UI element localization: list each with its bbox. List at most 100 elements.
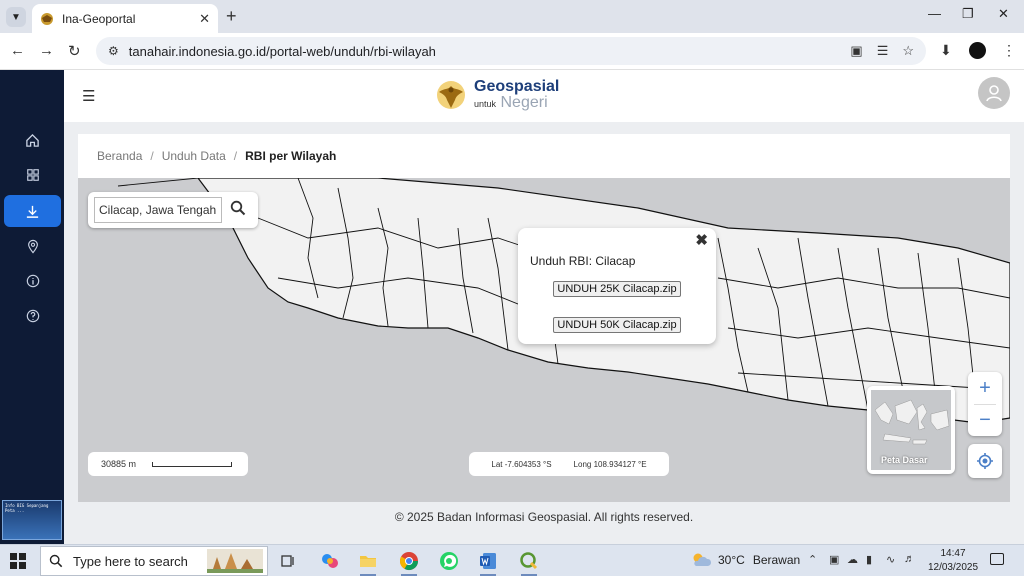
garuda-favicon-icon: [41, 12, 53, 25]
download-icon: [26, 205, 39, 218]
qgis-app[interactable]: [515, 548, 543, 576]
minimize-button[interactable]: —: [928, 6, 941, 21]
browser-menu-icon[interactable]: ⋮: [1002, 42, 1016, 59]
system-clock[interactable]: 14:47 12/03/2025: [924, 547, 982, 575]
taskbar-search-box[interactable]: Type here to search: [40, 546, 268, 576]
battery-icon[interactable]: ▮: [866, 553, 872, 566]
translate-icon[interactable]: ☰: [877, 43, 889, 59]
sidebar-item-location[interactable]: [4, 230, 61, 262]
wifi-icon[interactable]: ∿: [886, 553, 895, 566]
scale-text: 30885 m: [101, 459, 137, 469]
search-icon[interactable]: [230, 200, 246, 221]
menu-toggle-icon[interactable]: ☰: [82, 87, 95, 105]
tray-overflow-icon[interactable]: ⌃: [808, 553, 817, 566]
task-view-icon: [281, 555, 294, 567]
sidebar: Info BIG Sepanjang Peta ...: [0, 70, 64, 544]
weather-widget[interactable]: 30°C Berawan: [690, 552, 800, 568]
breadcrumb-separator: /: [150, 149, 154, 163]
windows-start-icon[interactable]: [10, 553, 26, 569]
breadcrumb-current: RBI per Wilayah: [245, 149, 337, 163]
clock-date: 12/03/2025: [927, 562, 979, 573]
user-avatar[interactable]: [978, 77, 1010, 109]
volume-icon[interactable]: ♬: [904, 553, 915, 565]
download-popup: ✖ Unduh RBI: Cilacap UNDUH 25K Cilacap.z…: [518, 228, 716, 344]
location-pin-icon: [27, 239, 38, 254]
copilot-app[interactable]: [316, 548, 344, 574]
whatsapp-app[interactable]: [435, 548, 463, 574]
back-button[interactable]: ←: [10, 42, 25, 59]
chrome-icon: [400, 552, 418, 571]
chrome-app[interactable]: [395, 548, 423, 576]
tab-list-button[interactable]: ▼: [6, 7, 26, 27]
notifications-icon[interactable]: [990, 553, 1004, 565]
whatsapp-icon: [440, 552, 458, 570]
sidebar-promo-thumbnail[interactable]: Info BIG Sepanjang Peta ...: [2, 500, 62, 540]
popup-close-icon[interactable]: ✖: [695, 231, 708, 249]
tray-security-icon[interactable]: ☁: [847, 553, 858, 566]
downloads-icon[interactable]: ⬇: [940, 42, 952, 59]
task-view-button[interactable]: [274, 548, 302, 574]
scale-bar: 30885 m: [88, 452, 248, 476]
clock-time: 14:47: [940, 548, 966, 559]
tab-title: Ina-Geoportal: [62, 11, 136, 26]
zoom-control: + −: [968, 372, 1002, 436]
breadcrumb: Beranda / Unduh Data / RBI per Wilayah: [78, 134, 1010, 178]
reload-button[interactable]: ↻: [68, 42, 81, 60]
copilot-icon: [322, 554, 338, 568]
main-content: ☰ Geospasial untuk Negeri Beranda / Undu…: [64, 70, 1024, 544]
scale-line: [152, 461, 233, 467]
tab-close-icon[interactable]: ✕: [199, 11, 210, 27]
forward-button[interactable]: →: [39, 42, 54, 59]
location-search-input[interactable]: [94, 197, 222, 223]
longitude-text: Long 108.934127 °E: [573, 459, 647, 469]
download-25k-button[interactable]: UNDUH 25K Cilacap.zip: [553, 281, 681, 297]
taskbar-search-icon: [49, 554, 63, 568]
close-window-button[interactable]: ✕: [998, 6, 1009, 22]
file-explorer-app[interactable]: [354, 548, 382, 576]
profile-avatar[interactable]: [969, 42, 986, 59]
my-location-button[interactable]: [968, 444, 1002, 478]
promo-thumb-text: Info BIG Sepanjang Peta ...: [5, 503, 49, 513]
sidebar-item-help[interactable]: [4, 300, 61, 332]
zoom-in-button[interactable]: +: [968, 372, 1002, 404]
weather-temp: 30°C: [718, 553, 745, 567]
sidebar-item-info[interactable]: [4, 265, 61, 297]
browser-toolbar: ← → ↻ ⚙ tanahair.indonesia.go.id/portal-…: [0, 33, 1024, 70]
download-50k-button[interactable]: UNDUH 50K Cilacap.zip: [553, 317, 681, 333]
user-icon: [986, 85, 1002, 102]
word-icon: [480, 553, 496, 569]
url-text[interactable]: tanahair.indonesia.go.id/portal-web/undu…: [129, 44, 837, 59]
zoom-out-button[interactable]: −: [968, 404, 1002, 436]
basemap-switcher[interactable]: Peta Dasar: [867, 386, 955, 474]
word-app[interactable]: [474, 548, 502, 576]
search-highlight-illustration: [207, 549, 263, 573]
page-footer: © 2025 Badan Informasi Geospasial. All r…: [394, 510, 694, 524]
bookmark-star-icon[interactable]: ☆: [902, 43, 914, 59]
latitude-text: Lat -7.604353 °S: [491, 459, 552, 469]
basemap-preview: Peta Dasar: [871, 390, 951, 470]
popup-title: Unduh RBI: Cilacap: [530, 254, 636, 268]
site-info-icon[interactable]: ⚙: [108, 44, 119, 58]
site-logo[interactable]: Geospasial untuk Negeri: [436, 78, 559, 112]
sidebar-item-home[interactable]: [4, 124, 61, 156]
address-bar[interactable]: ⚙ tanahair.indonesia.go.id/portal-web/un…: [96, 37, 926, 65]
basemap-label: Peta Dasar: [881, 455, 928, 465]
cloudy-weather-icon: [693, 553, 712, 566]
map-view[interactable]: ✖ Unduh RBI: Cilacap UNDUH 25K Cilacap.z…: [78, 178, 1010, 502]
weather-text: Berawan: [752, 553, 801, 567]
tray-app-icon[interactable]: ▣: [829, 553, 839, 566]
taskbar-search-placeholder: Type here to search: [73, 553, 188, 569]
grid-icon: [26, 169, 39, 181]
sidebar-item-catalog[interactable]: [4, 159, 61, 191]
tab-strip: ▼ Ina-Geoportal ✕ + — ❐ ✕: [0, 0, 1024, 33]
breadcrumb-separator: /: [233, 149, 238, 163]
install-app-icon[interactable]: ▣: [850, 43, 862, 59]
breadcrumb-home[interactable]: Beranda: [97, 149, 142, 163]
breadcrumb-parent[interactable]: Unduh Data: [162, 149, 226, 163]
sidebar-item-download[interactable]: [4, 195, 61, 227]
browser-tab[interactable]: Ina-Geoportal ✕: [32, 4, 218, 33]
restore-button[interactable]: ❐: [962, 6, 974, 22]
crosshair-icon: [977, 453, 993, 469]
new-tab-button[interactable]: +: [226, 6, 237, 27]
location-search-box: [88, 192, 258, 228]
